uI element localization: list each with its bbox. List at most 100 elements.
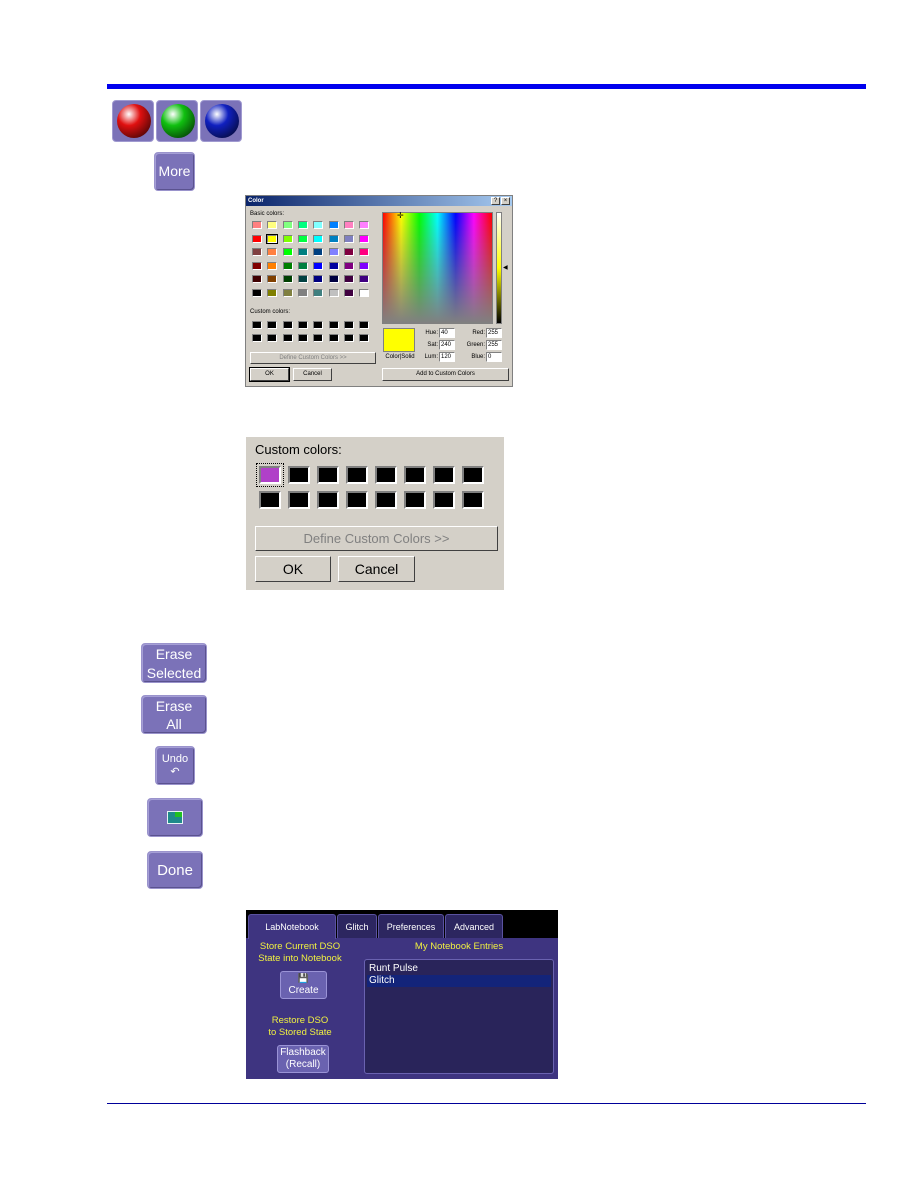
lum-field[interactable]: 120	[439, 352, 455, 362]
custom-color-detail-swatch[interactable]	[433, 466, 455, 484]
list-item[interactable]: Glitch	[367, 975, 551, 987]
basic-color-swatch[interactable]	[297, 221, 308, 229]
blue-color-button[interactable]	[200, 100, 242, 142]
custom-color-detail-swatch[interactable]	[346, 491, 368, 509]
custom-color-swatch[interactable]	[313, 334, 324, 342]
custom-color-swatch[interactable]	[343, 321, 354, 329]
cancel-detail-button[interactable]: Cancel	[338, 556, 415, 582]
custom-color-swatch[interactable]	[297, 321, 308, 329]
red-color-button[interactable]	[112, 100, 154, 142]
create-button[interactable]: 💾 Create	[280, 971, 327, 999]
custom-color-swatch[interactable]	[359, 334, 370, 342]
basic-color-swatch[interactable]	[328, 288, 339, 297]
define-custom-colors-button[interactable]: Define Custom Colors >>	[250, 352, 376, 364]
custom-color-swatch[interactable]	[328, 321, 339, 329]
basic-color-swatch[interactable]	[297, 248, 308, 256]
basic-color-swatch[interactable]	[282, 261, 293, 270]
flashback-button[interactable]: Flashback (Recall)	[277, 1045, 329, 1073]
custom-color-detail-swatch[interactable]	[256, 463, 284, 487]
custom-color-detail-swatch[interactable]	[317, 466, 339, 484]
sat-field[interactable]: 240	[439, 340, 455, 350]
basic-color-swatch[interactable]	[359, 288, 370, 297]
luminance-slider[interactable]	[496, 212, 502, 324]
undo-button[interactable]: Undo ↶	[155, 746, 195, 785]
basic-color-swatch[interactable]	[252, 221, 262, 229]
basic-color-swatch[interactable]	[343, 234, 354, 243]
custom-color-swatch[interactable]	[328, 334, 339, 342]
basic-color-swatch[interactable]	[297, 288, 308, 297]
custom-color-swatch[interactable]	[343, 334, 354, 342]
basic-color-swatch[interactable]	[282, 288, 293, 297]
basic-color-swatch[interactable]	[359, 261, 370, 270]
custom-color-detail-swatch[interactable]	[404, 491, 426, 509]
cancel-button[interactable]: Cancel	[293, 368, 332, 381]
custom-color-detail-swatch[interactable]	[462, 466, 484, 484]
basic-color-swatch[interactable]	[343, 221, 354, 229]
erase-all-button[interactable]: Erase All	[141, 695, 207, 734]
basic-color-swatch[interactable]	[328, 261, 339, 270]
custom-color-detail-swatch[interactable]	[288, 466, 310, 484]
green-color-button[interactable]	[156, 100, 198, 142]
red-field[interactable]: 255	[486, 328, 502, 338]
hue-field[interactable]: 40	[439, 328, 455, 338]
basic-color-swatch[interactable]	[313, 248, 324, 256]
custom-color-detail-swatch[interactable]	[288, 491, 310, 509]
custom-color-swatch[interactable]	[252, 321, 262, 329]
hue-sat-spectrum[interactable]	[382, 212, 493, 324]
basic-color-swatch[interactable]	[267, 275, 278, 283]
basic-color-swatch[interactable]	[328, 248, 339, 256]
custom-color-swatch[interactable]	[297, 334, 308, 342]
close-button[interactable]: ×	[501, 197, 510, 205]
custom-color-swatch[interactable]	[313, 321, 324, 329]
basic-color-swatch[interactable]	[313, 221, 324, 229]
basic-color-swatch[interactable]	[343, 288, 354, 297]
basic-color-swatch[interactable]	[313, 261, 324, 270]
notebook-entries-list[interactable]: Runt Pulse Glitch	[364, 959, 554, 1074]
green-field[interactable]: 255	[486, 340, 502, 350]
custom-color-swatch[interactable]	[267, 334, 278, 342]
ok-button[interactable]: OK	[249, 367, 290, 382]
custom-color-detail-swatch[interactable]	[317, 491, 339, 509]
basic-color-swatch[interactable]	[359, 221, 370, 229]
basic-color-swatch[interactable]	[252, 288, 262, 297]
basic-color-swatch[interactable]	[267, 248, 278, 256]
erase-selected-button[interactable]: Erase Selected	[141, 643, 207, 683]
basic-color-swatch[interactable]	[282, 221, 293, 229]
ok-detail-button[interactable]: OK	[255, 556, 331, 582]
add-to-custom-colors-button[interactable]: Add to Custom Colors	[382, 368, 509, 381]
basic-color-swatch[interactable]	[267, 288, 278, 297]
custom-color-swatch[interactable]	[282, 334, 293, 342]
basic-color-swatch[interactable]	[267, 221, 278, 229]
basic-color-swatch[interactable]	[297, 275, 308, 283]
basic-color-swatch[interactable]	[343, 261, 354, 270]
basic-color-swatch[interactable]	[343, 275, 354, 283]
more-button[interactable]: More	[154, 152, 195, 191]
custom-color-swatch[interactable]	[282, 321, 293, 329]
basic-color-swatch[interactable]	[359, 234, 370, 243]
custom-color-swatch[interactable]	[359, 321, 370, 329]
basic-color-swatch[interactable]	[252, 234, 262, 243]
tab-preferences[interactable]: Preferences	[378, 914, 444, 938]
define-custom-colors-detail-button[interactable]: Define Custom Colors >>	[255, 526, 498, 551]
basic-color-swatch[interactable]	[267, 261, 278, 270]
basic-color-swatch[interactable]	[282, 234, 293, 243]
window-toggle-button[interactable]	[147, 798, 203, 837]
tab-labnotebook[interactable]: LabNotebook	[248, 914, 336, 939]
basic-color-swatch[interactable]	[266, 233, 279, 244]
custom-color-detail-swatch[interactable]	[259, 491, 281, 509]
custom-color-detail-swatch[interactable]	[375, 466, 397, 484]
basic-color-swatch[interactable]	[328, 234, 339, 243]
basic-color-swatch[interactable]	[297, 234, 308, 243]
basic-color-swatch[interactable]	[343, 248, 354, 256]
custom-color-detail-swatch[interactable]	[346, 466, 368, 484]
blue-field[interactable]: 0	[486, 352, 502, 362]
custom-color-detail-swatch[interactable]	[462, 491, 484, 509]
custom-color-detail-swatch[interactable]	[433, 491, 455, 509]
basic-color-swatch[interactable]	[328, 221, 339, 229]
done-button[interactable]: Done	[147, 851, 203, 889]
basic-color-swatch[interactable]	[359, 275, 370, 283]
list-item[interactable]: Runt Pulse	[367, 963, 551, 975]
basic-color-swatch[interactable]	[359, 248, 370, 256]
tab-glitch[interactable]: Glitch	[337, 914, 377, 938]
basic-color-swatch[interactable]	[313, 288, 324, 297]
